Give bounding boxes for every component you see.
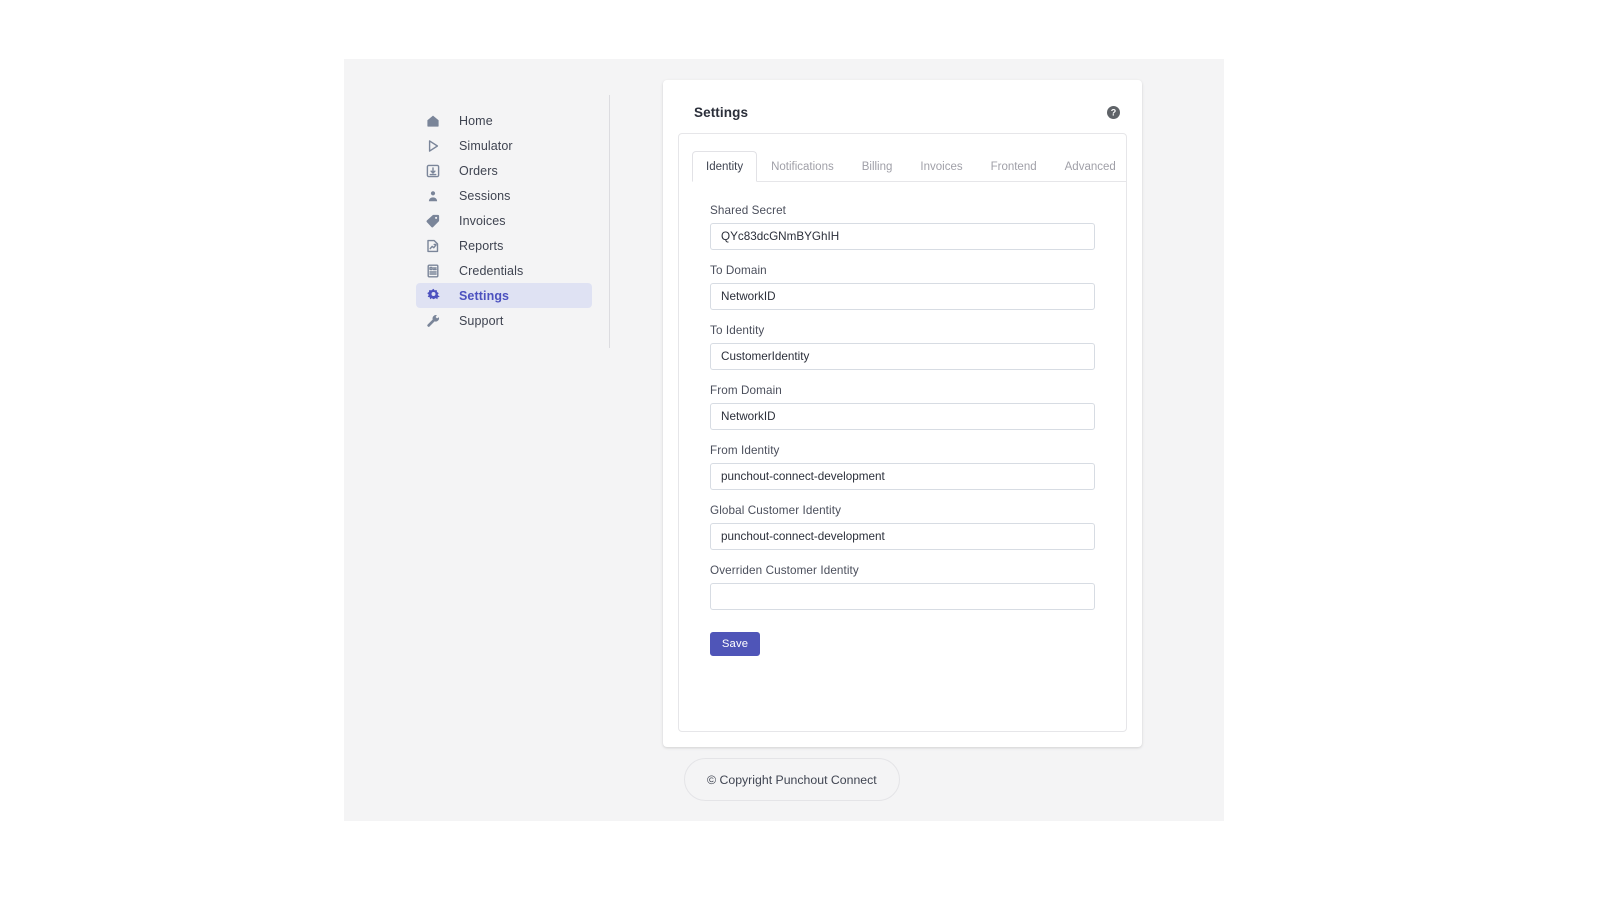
field-to-domain: To Domain [710,264,1095,310]
sidebar-item-label: Invoices [459,213,506,228]
sidebar-item-label: Home [459,113,493,128]
wrench-icon [424,312,442,330]
overriden-customer-identity-input[interactable] [710,583,1095,610]
sidebar-item-label: Support [459,313,504,328]
global-customer-identity-label: Global Customer Identity [710,504,842,517]
sidebar-item-label: Reports [459,238,504,253]
tab-advanced[interactable]: Advanced [1051,151,1130,182]
tab-label: Notifications [771,160,834,173]
from-identity-input[interactable] [710,463,1095,490]
field-shared-secret: Shared Secret [710,204,1095,250]
tag-icon [424,212,442,230]
sidebar-item-settings[interactable]: Settings [416,283,592,308]
shared-secret-input[interactable] [710,223,1095,250]
sidebar-item-orders[interactable]: Orders [416,158,592,183]
play-icon [424,137,442,155]
sidebar-item-reports[interactable]: Reports [416,233,592,258]
sidebar-item-label: Orders [459,163,498,178]
to-identity-label: To Identity [710,324,765,337]
settings-tabs: Identity Notifications Billing Invoices Fron… [692,150,1126,182]
app-page: Home Simulator Orders Sessions Invoices Repor… [344,59,1224,821]
sidebar-item-sessions[interactable]: Sessions [416,183,592,208]
from-domain-input[interactable] [710,403,1095,430]
tab-identity[interactable]: Identity [692,151,758,182]
from-identity-label: From Identity [710,444,780,457]
to-identity-input[interactable] [710,343,1095,370]
sidebar-item-credentials[interactable]: Credentials [416,258,592,283]
tab-label: Identity [706,160,744,173]
settings-card: Settings ? Identity Notifications Billing I… [663,80,1142,747]
sidebar-item-support[interactable]: Support [416,308,592,333]
global-customer-identity-input[interactable] [710,523,1095,550]
svg-text:?: ? [1111,108,1117,118]
sidebar-item-label: Settings [459,288,510,303]
save-button[interactable]: Save [710,632,760,656]
tab-label: Invoices [920,160,963,173]
sidebar-item-invoices[interactable]: Invoices [416,208,592,233]
tab-label: Frontend [990,160,1037,173]
sidebar-item-home[interactable]: Home [416,108,592,133]
field-from-identity: From Identity [710,444,1095,490]
user-icon [424,187,442,205]
download-box-icon [424,162,442,180]
sidebar-nav-list: Home Simulator Orders Sessions Invoices Repor… [416,108,592,333]
field-global-customer-identity: Global Customer Identity [710,504,1095,550]
sidebar-item-label: Simulator [459,138,513,153]
gear-icon [424,287,442,305]
settings-tab-panel: Identity Notifications Billing Invoices Fron… [678,133,1127,732]
page-title: Settings [694,105,749,120]
tab-invoices[interactable]: Invoices [906,151,976,182]
overriden-customer-identity-label: Overriden Customer Identity [710,564,859,577]
tab-label: Billing [861,160,893,173]
field-overriden-customer-identity: Overriden Customer Identity [710,564,1095,610]
help-circle-icon[interactable]: ? [1107,106,1120,119]
from-domain-label: From Domain [710,384,782,397]
sidebar-divider [609,95,610,348]
identity-form: Shared Secret To Domain To Identity From Do… [679,182,1126,656]
home-icon [424,112,442,130]
id-card-icon [424,262,442,280]
footer-copyright: © Copyright Punchout Connect [684,758,900,801]
sidebar-item-simulator[interactable]: Simulator [416,133,592,158]
tab-label: Advanced [1064,160,1116,173]
tab-notifications[interactable]: Notifications [757,151,848,182]
to-domain-label: To Domain [710,264,767,277]
sidebar-item-label: Sessions [459,188,511,203]
tab-billing[interactable]: Billing [848,151,907,182]
report-chart-icon [424,237,442,255]
tab-frontend[interactable]: Frontend [977,151,1051,182]
shared-secret-label: Shared Secret [710,204,787,217]
field-to-identity: To Identity [710,324,1095,370]
footer-copyright-text: © Copyright Punchout Connect [707,772,877,787]
sidebar: Home Simulator Orders Sessions Invoices Repor… [344,59,610,821]
field-from-domain: From Domain [710,384,1095,430]
sidebar-item-label: Credentials [459,263,524,278]
to-domain-input[interactable] [710,283,1095,310]
